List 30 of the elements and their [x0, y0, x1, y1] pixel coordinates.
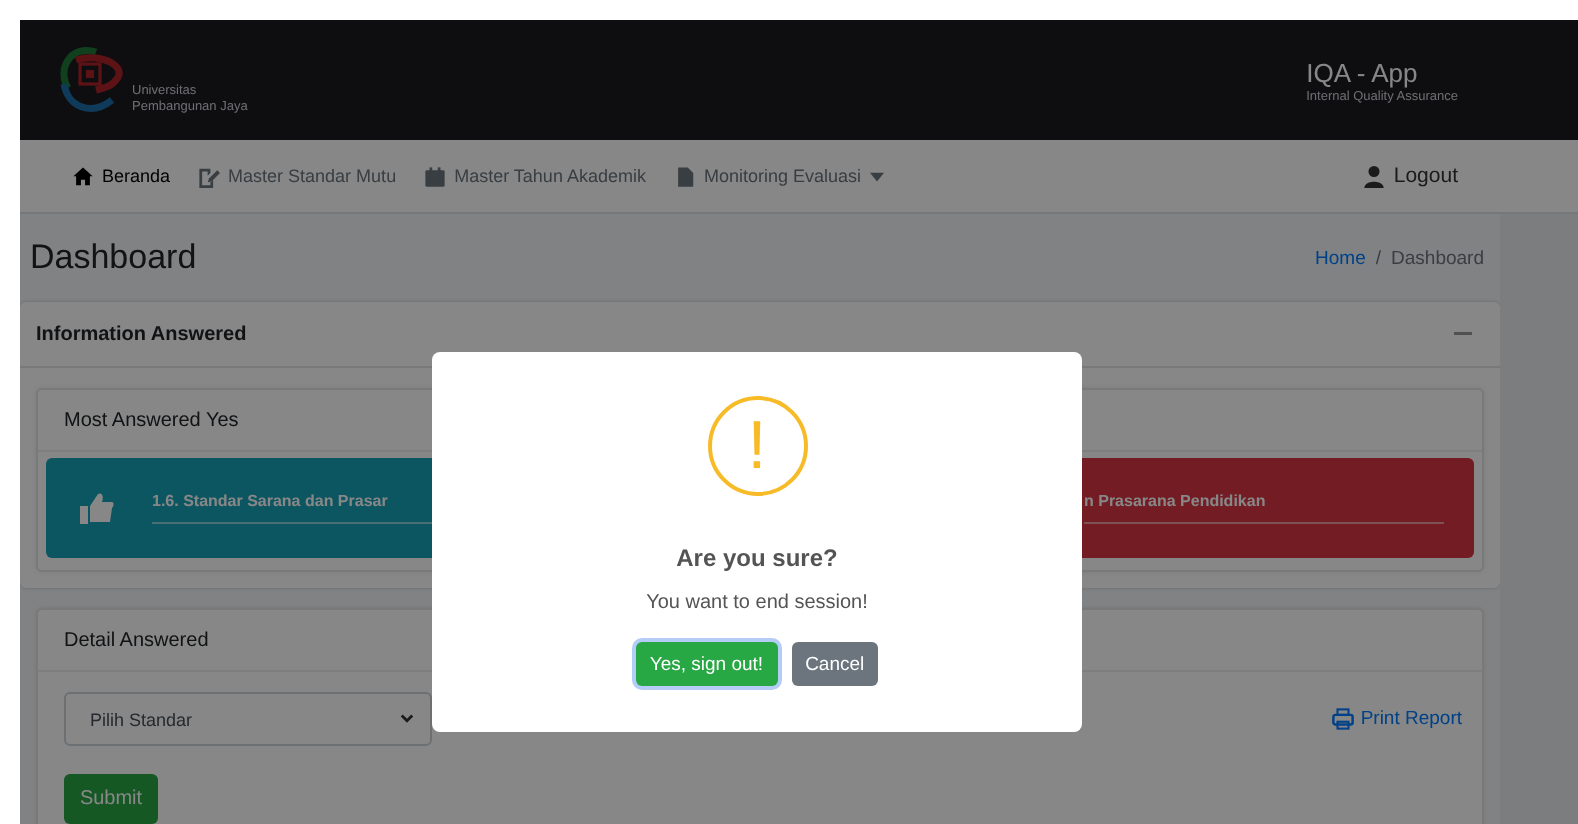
printer-icon [1332, 708, 1355, 730]
nav-link[interactable]: Monitoring Evaluasi [673, 165, 884, 187]
breadcrumb-separator: / [1375, 247, 1382, 269]
submit-button[interactable]: Submit [64, 774, 158, 824]
calendar-icon [424, 165, 447, 187]
nav-link[interactable]: Master Tahun Akademik [424, 165, 646, 187]
collapse-button[interactable] [1450, 328, 1476, 340]
standard-dropdown[interactable]: Pilih Standar [64, 692, 432, 746]
file-icon [673, 165, 696, 187]
breadcrumb-current: Dashboard [1391, 247, 1484, 269]
cancel-button[interactable]: Cancel [791, 642, 879, 686]
user-icon [1363, 165, 1384, 187]
dialog-message: You want to end session! [646, 592, 868, 614]
thumbs-up-icon [80, 492, 114, 524]
minus-icon [1454, 332, 1472, 336]
print-report-link[interactable]: Print Report [1332, 708, 1462, 730]
app-title: IQA - App [1306, 57, 1420, 88]
dialog-title: Are you sure? [676, 544, 838, 572]
card-title: Information Answered [36, 323, 247, 345]
info-box-text: 1.6. Standar Sarana dan Prasar [152, 492, 390, 510]
logout-link[interactable]: Logout [1363, 164, 1458, 188]
home-icon [72, 165, 94, 187]
edit-icon [198, 165, 221, 187]
breadcrumb-link[interactable]: Home [1315, 247, 1366, 269]
info-box-text: n Prasarana Pendidikan [1084, 492, 1268, 510]
page-title: Dashboard [30, 238, 197, 278]
nav-link[interactable]: Beranda [72, 165, 171, 187]
nav-link[interactable]: Master Standar Mutu [198, 165, 397, 187]
confirm-button[interactable]: Yes, sign out! [635, 642, 778, 686]
chevron-down-icon [400, 714, 414, 724]
